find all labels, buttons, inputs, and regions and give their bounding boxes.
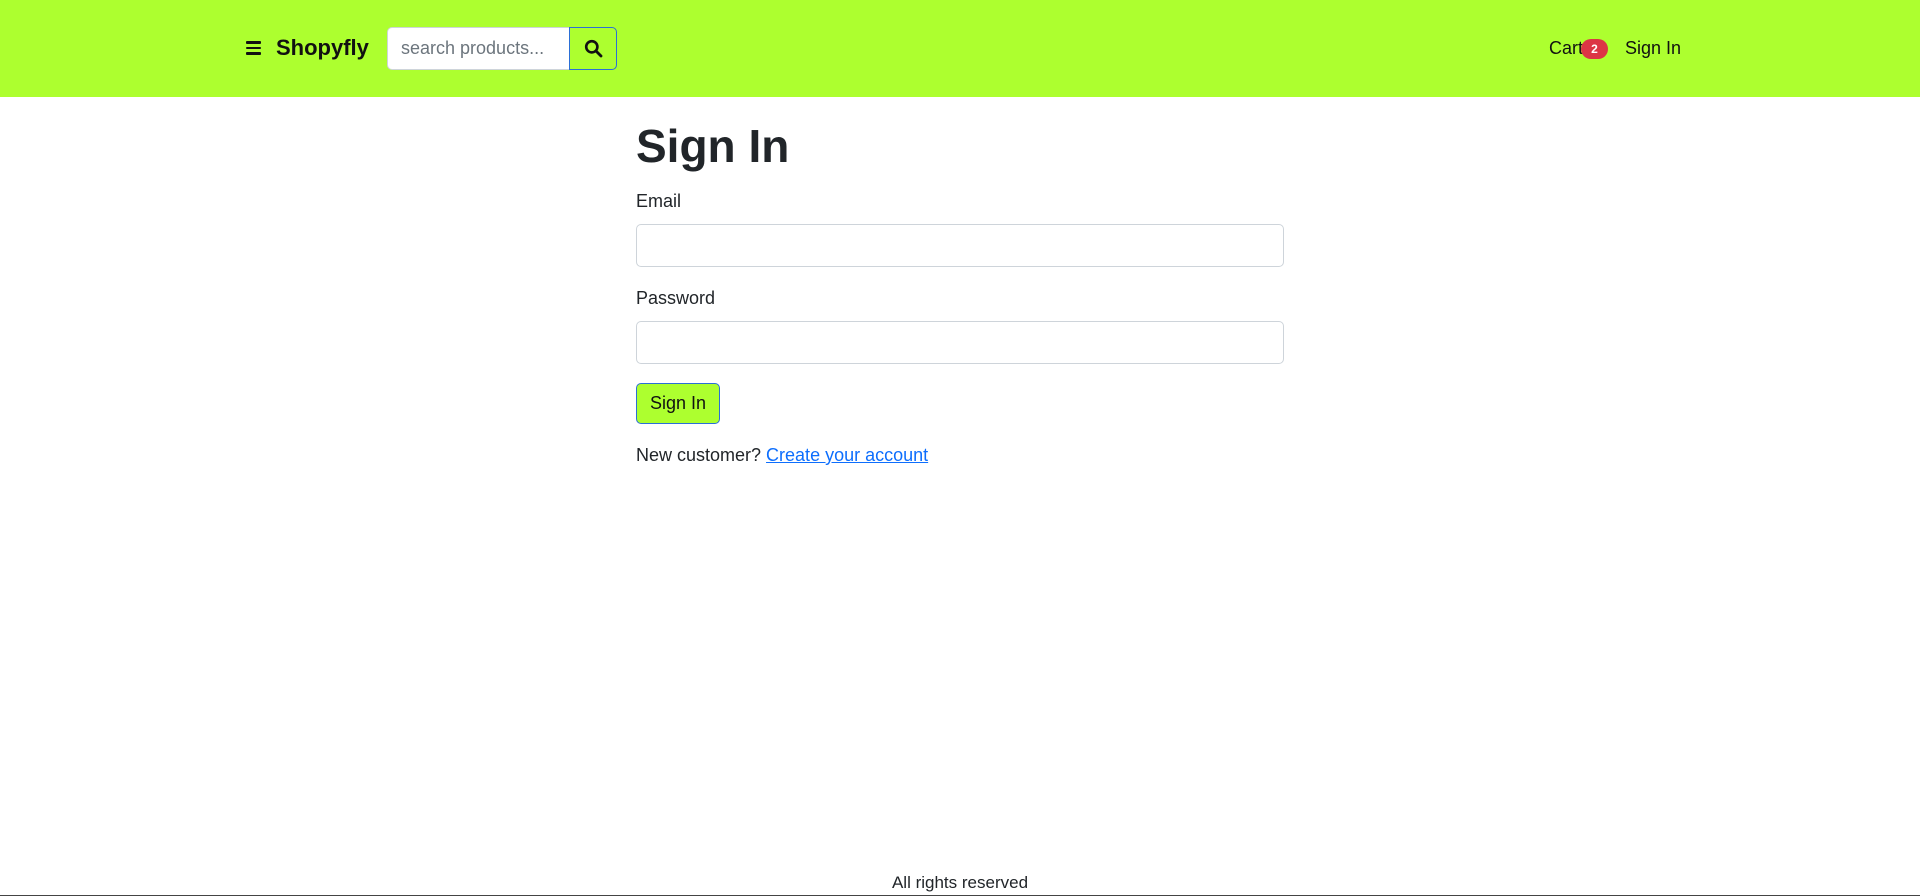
search-icon	[584, 39, 603, 58]
cart-count-badge: 2	[1581, 39, 1608, 59]
brand-logo[interactable]: Shopyfly	[276, 33, 369, 63]
email-field[interactable]	[636, 224, 1284, 267]
signin-submit-button[interactable]: Sign In	[636, 383, 720, 424]
password-field[interactable]	[636, 321, 1284, 364]
page-title: Sign In	[636, 120, 790, 172]
create-account-link[interactable]: Create your account	[766, 445, 928, 465]
hamburger-menu-icon[interactable]	[246, 40, 262, 56]
cart-link[interactable]: Cart	[1549, 36, 1583, 60]
email-label: Email	[636, 191, 682, 211]
footer-text: All rights reserved	[891, 873, 1029, 892]
search-input[interactable]	[387, 27, 570, 70]
password-label: Password	[636, 288, 716, 308]
page: Shopyfly Cart 2 Sign In Sign In Email Pa…	[0, 0, 1920, 896]
search-button[interactable]	[569, 27, 617, 70]
register-prompt: New customer? Create your account	[636, 443, 928, 467]
new-customer-text: New customer?	[636, 445, 767, 465]
nav-signin-link[interactable]: Sign In	[1625, 36, 1681, 60]
top-navbar: Shopyfly Cart 2 Sign In	[0, 0, 1920, 97]
